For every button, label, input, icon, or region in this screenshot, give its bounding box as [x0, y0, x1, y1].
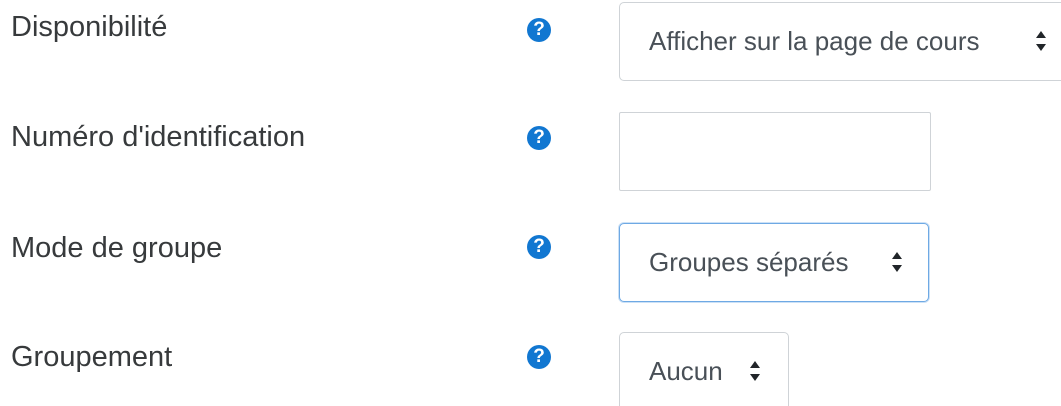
sort-caret-icon — [748, 333, 762, 406]
sort-caret-icon — [890, 224, 904, 300]
question-circle-icon[interactable]: ? — [527, 345, 551, 369]
activity-settings-form: Disponibilité ? Afficher sur la page de … — [0, 0, 1061, 406]
group-mode-select[interactable]: Groupes séparés — [619, 223, 929, 302]
group-mode-select-value: Groupes séparés — [649, 247, 849, 277]
availability-select-value: Afficher sur la page de cours — [649, 26, 980, 56]
availability-label: Disponibilité — [11, 11, 168, 43]
availability-select[interactable]: Afficher sur la page de cours — [619, 2, 1061, 81]
question-circle-icon[interactable]: ? — [527, 126, 551, 150]
question-circle-icon[interactable]: ? — [527, 235, 551, 259]
idnumber-input[interactable] — [619, 112, 931, 191]
grouping-label: Groupement — [11, 341, 173, 373]
grouping-select[interactable]: Aucun — [619, 332, 789, 406]
grouping-select-value: Aucun — [649, 356, 723, 386]
group-mode-label: Mode de groupe — [11, 232, 223, 264]
idnumber-label: Numéro d'identification — [11, 121, 306, 153]
question-circle-icon[interactable]: ? — [527, 18, 551, 42]
sort-caret-icon — [1034, 3, 1048, 79]
